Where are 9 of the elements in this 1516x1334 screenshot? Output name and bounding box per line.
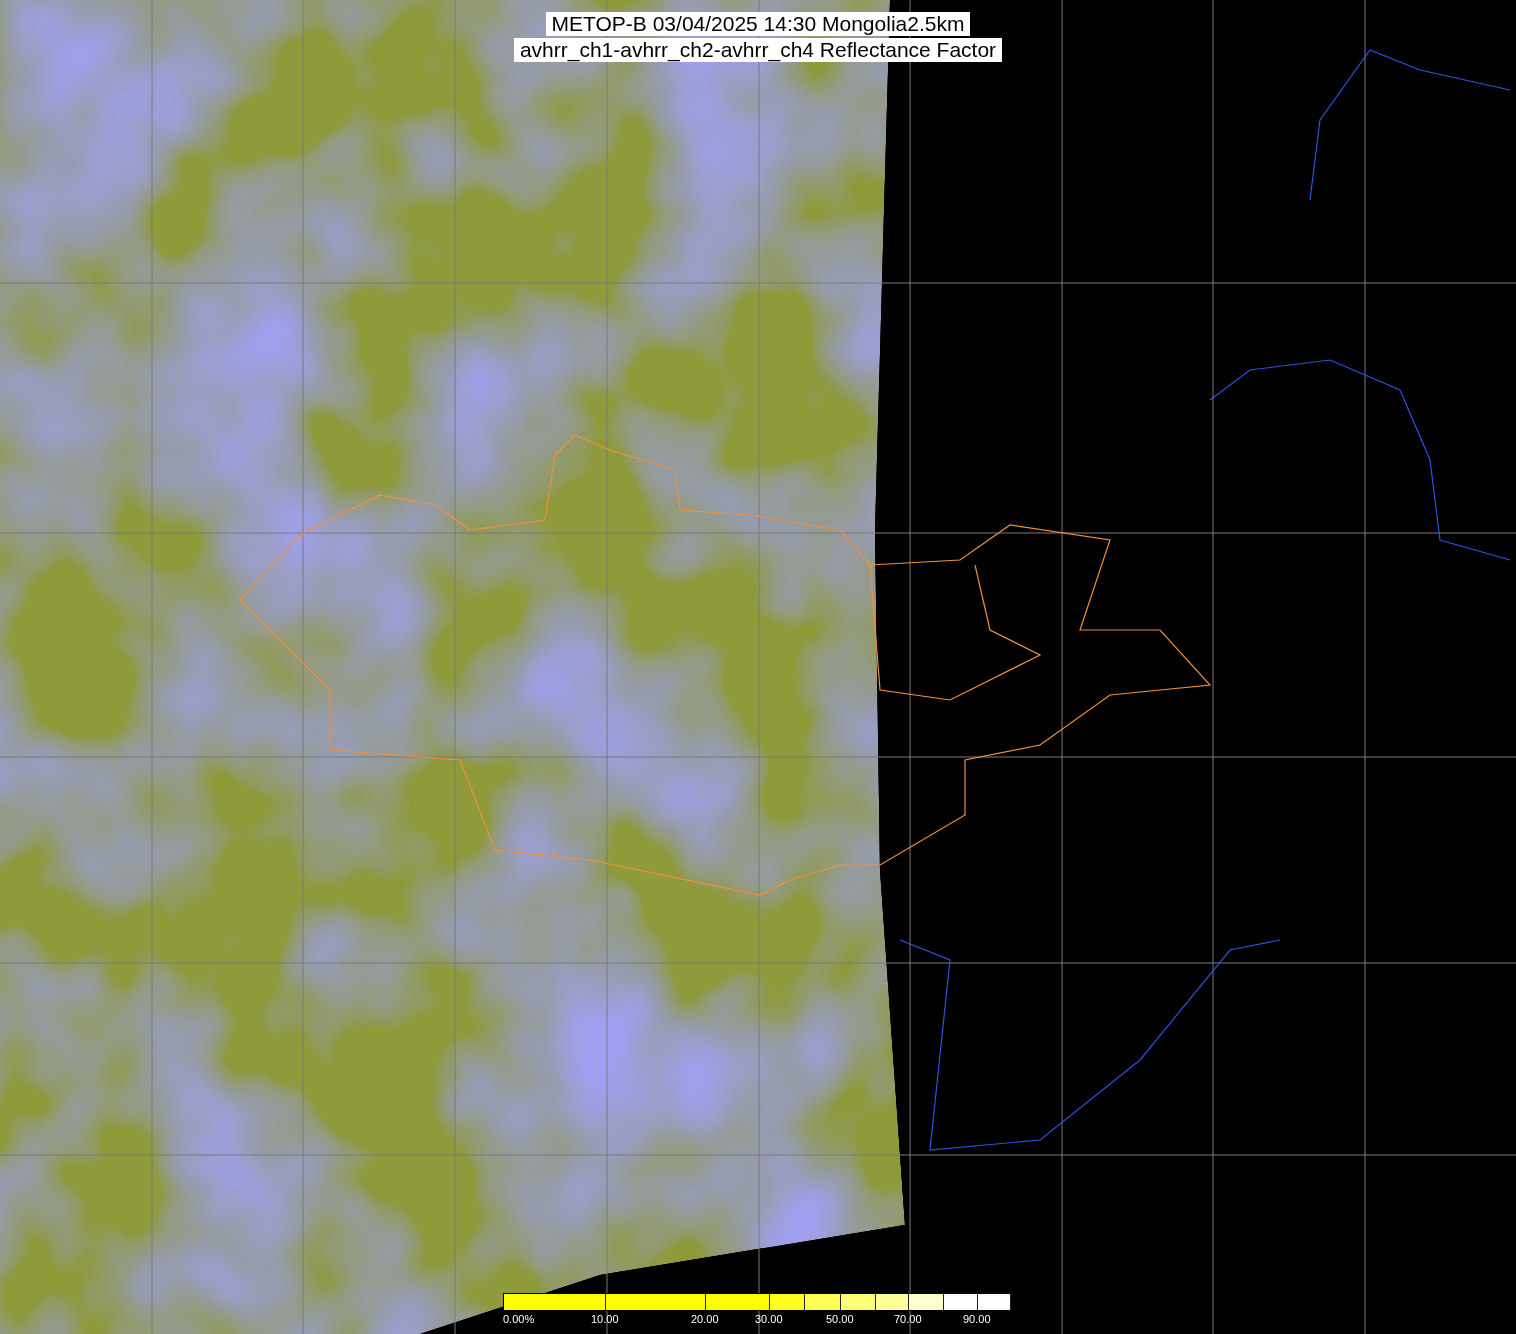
colorbar-label: 0.00% — [503, 1313, 535, 1325]
map-title: avhrr_ch1-avhrr_ch2-avhrr_ch4 Reflectance Factor — [513, 38, 1003, 62]
colorbar-label: 10.00 — [591, 1313, 619, 1325]
colorbar-label: 70.00 — [894, 1313, 922, 1325]
colorbar-label: 20.00 — [691, 1313, 719, 1325]
colorbar-label: 90.00 — [963, 1313, 991, 1325]
colorbar-label: 30.00 — [755, 1313, 783, 1325]
map-title: METOP-B 03/04/2025 14:30 Mongolia2.5km — [545, 12, 971, 36]
colorbar-label: 50.00 — [826, 1313, 854, 1325]
